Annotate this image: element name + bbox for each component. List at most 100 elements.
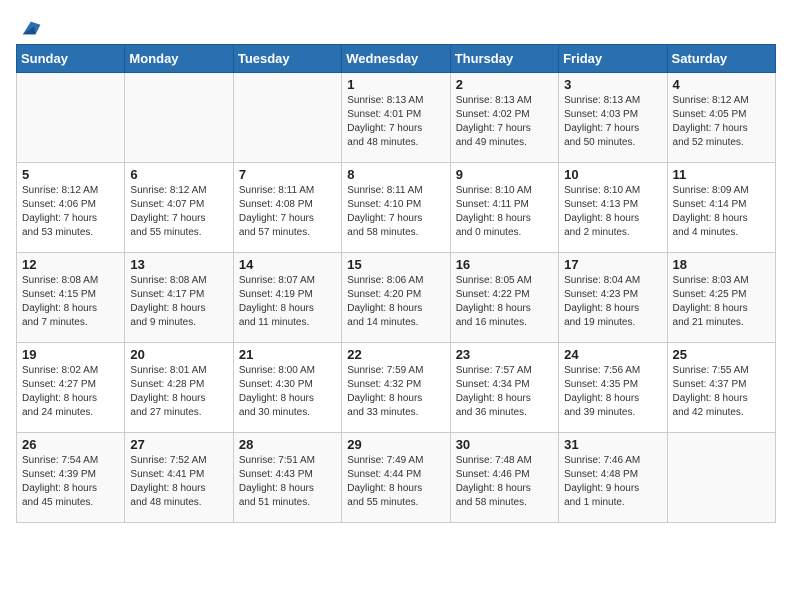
calendar-week-3: 12 Sunrise: 8:08 AM Sunset: 4:15 PM Dayli… bbox=[17, 253, 776, 343]
day-number: 11 bbox=[673, 167, 770, 182]
day-number: 13 bbox=[130, 257, 227, 272]
calendar-cell: 28 Sunrise: 7:51 AM Sunset: 4:43 PM Dayli… bbox=[233, 433, 341, 523]
day-number: 4 bbox=[673, 77, 770, 92]
day-number: 26 bbox=[22, 437, 119, 452]
weekday-header-sunday: Sunday bbox=[17, 45, 125, 73]
weekday-header-tuesday: Tuesday bbox=[233, 45, 341, 73]
weekday-header-monday: Monday bbox=[125, 45, 233, 73]
day-number: 17 bbox=[564, 257, 661, 272]
calendar-cell: 26Sunrise: 7:54 AM Sunset: 4:39 PM Dayli… bbox=[17, 433, 125, 523]
calendar-cell: 12 Sunrise: 8:08 AM Sunset: 4:15 PM Dayli… bbox=[17, 253, 125, 343]
day-info: Sunrise: 7:59 AM Sunset: 4:32 PM Dayligh… bbox=[347, 364, 444, 420]
day-number: 16 bbox=[456, 257, 553, 272]
day-info: Sunrise: 8:02 AM Sunset: 4:27 PM Dayligh… bbox=[22, 364, 119, 420]
day-number: 10 bbox=[564, 167, 661, 182]
day-number: 3 bbox=[564, 77, 661, 92]
day-number: 7 bbox=[239, 167, 336, 182]
day-number: 19 bbox=[22, 347, 119, 362]
day-info: Sunrise: 8:13 AM Sunset: 4:03 PM Dayligh… bbox=[564, 94, 661, 150]
day-number: 15 bbox=[347, 257, 444, 272]
day-info: Sunrise: 8:07 AM Sunset: 4:19 PM Dayligh… bbox=[239, 274, 336, 330]
day-info: Sunrise: 8:10 AM Sunset: 4:13 PM Dayligh… bbox=[564, 184, 661, 240]
day-info: Sunrise: 8:03 AM Sunset: 4:25 PM Dayligh… bbox=[673, 274, 770, 330]
calendar-cell: 21Sunrise: 8:00 AM Sunset: 4:30 PM Dayli… bbox=[233, 343, 341, 433]
day-info: Sunrise: 7:46 AM Sunset: 4:48 PM Dayligh… bbox=[564, 454, 661, 510]
day-info: Sunrise: 7:57 AM Sunset: 4:34 PM Dayligh… bbox=[456, 364, 553, 420]
day-number: 14 bbox=[239, 257, 336, 272]
calendar-cell: 13 Sunrise: 8:08 AM Sunset: 4:17 PM Dayli… bbox=[125, 253, 233, 343]
weekday-header-saturday: Saturday bbox=[667, 45, 775, 73]
day-info: Sunrise: 8:12 AM Sunset: 4:06 PM Dayligh… bbox=[22, 184, 119, 240]
day-info: Sunrise: 8:11 AM Sunset: 4:10 PM Dayligh… bbox=[347, 184, 444, 240]
day-number: 24 bbox=[564, 347, 661, 362]
day-number: 5 bbox=[22, 167, 119, 182]
calendar-week-4: 19 Sunrise: 8:02 AM Sunset: 4:27 PM Dayli… bbox=[17, 343, 776, 433]
calendar-cell: 8 Sunrise: 8:11 AM Sunset: 4:10 PM Daylig… bbox=[342, 163, 450, 253]
calendar-cell: 7 Sunrise: 8:11 AM Sunset: 4:08 PM Daylig… bbox=[233, 163, 341, 253]
calendar-cell: 19 Sunrise: 8:02 AM Sunset: 4:27 PM Dayli… bbox=[17, 343, 125, 433]
calendar-header: SundayMondayTuesdayWednesdayThursdayFrid… bbox=[17, 45, 776, 73]
calendar-cell: 9 Sunrise: 8:10 AM Sunset: 4:11 PM Daylig… bbox=[450, 163, 558, 253]
day-number: 29 bbox=[347, 437, 444, 452]
calendar-cell: 25 Sunrise: 7:55 AM Sunset: 4:37 PM Dayli… bbox=[667, 343, 775, 433]
day-info: Sunrise: 8:09 AM Sunset: 4:14 PM Dayligh… bbox=[673, 184, 770, 240]
calendar-cell: 5 Sunrise: 8:12 AM Sunset: 4:06 PM Daylig… bbox=[17, 163, 125, 253]
calendar-cell: 11 Sunrise: 8:09 AM Sunset: 4:14 PM Dayli… bbox=[667, 163, 775, 253]
day-info: Sunrise: 8:10 AM Sunset: 4:11 PM Dayligh… bbox=[456, 184, 553, 240]
day-info: Sunrise: 8:05 AM Sunset: 4:22 PM Dayligh… bbox=[456, 274, 553, 330]
day-number: 25 bbox=[673, 347, 770, 362]
day-number: 8 bbox=[347, 167, 444, 182]
calendar-cell: 1 Sunrise: 8:13 AM Sunset: 4:01 PM Daylig… bbox=[342, 73, 450, 163]
weekday-header-friday: Friday bbox=[559, 45, 667, 73]
weekday-header-wednesday: Wednesday bbox=[342, 45, 450, 73]
day-number: 22 bbox=[347, 347, 444, 362]
calendar-cell: 24 Sunrise: 7:56 AM Sunset: 4:35 PM Dayli… bbox=[559, 343, 667, 433]
day-info: Sunrise: 8:00 AM Sunset: 4:30 PM Dayligh… bbox=[239, 364, 336, 420]
calendar-week-5: 26Sunrise: 7:54 AM Sunset: 4:39 PM Dayli… bbox=[17, 433, 776, 523]
day-info: Sunrise: 7:55 AM Sunset: 4:37 PM Dayligh… bbox=[673, 364, 770, 420]
logo-icon bbox=[18, 16, 42, 40]
calendar-week-2: 5 Sunrise: 8:12 AM Sunset: 4:06 PM Daylig… bbox=[17, 163, 776, 253]
day-info: Sunrise: 8:08 AM Sunset: 4:17 PM Dayligh… bbox=[130, 274, 227, 330]
calendar-cell: 2Sunrise: 8:13 AM Sunset: 4:02 PM Daylig… bbox=[450, 73, 558, 163]
calendar-week-1: 1 Sunrise: 8:13 AM Sunset: 4:01 PM Daylig… bbox=[17, 73, 776, 163]
day-info: Sunrise: 7:49 AM Sunset: 4:44 PM Dayligh… bbox=[347, 454, 444, 510]
day-number: 30 bbox=[456, 437, 553, 452]
calendar-cell: 30 Sunrise: 7:48 AM Sunset: 4:46 PM Dayli… bbox=[450, 433, 558, 523]
day-number: 28 bbox=[239, 437, 336, 452]
calendar-cell: 27Sunrise: 7:52 AM Sunset: 4:41 PM Dayli… bbox=[125, 433, 233, 523]
day-info: Sunrise: 7:51 AM Sunset: 4:43 PM Dayligh… bbox=[239, 454, 336, 510]
day-number: 6 bbox=[130, 167, 227, 182]
day-number: 31 bbox=[564, 437, 661, 452]
day-number: 12 bbox=[22, 257, 119, 272]
calendar-cell: 4 Sunrise: 8:12 AM Sunset: 4:05 PM Daylig… bbox=[667, 73, 775, 163]
calendar-cell: 22 Sunrise: 7:59 AM Sunset: 4:32 PM Dayli… bbox=[342, 343, 450, 433]
weekday-header-thursday: Thursday bbox=[450, 45, 558, 73]
day-info: Sunrise: 8:08 AM Sunset: 4:15 PM Dayligh… bbox=[22, 274, 119, 330]
calendar-cell bbox=[233, 73, 341, 163]
calendar-cell: 14 Sunrise: 8:07 AM Sunset: 4:19 PM Dayli… bbox=[233, 253, 341, 343]
calendar-cell: 17Sunrise: 8:04 AM Sunset: 4:23 PM Dayli… bbox=[559, 253, 667, 343]
calendar-table: SundayMondayTuesdayWednesdayThursdayFrid… bbox=[16, 44, 776, 523]
calendar-cell: 10 Sunrise: 8:10 AM Sunset: 4:13 PM Dayli… bbox=[559, 163, 667, 253]
calendar-cell: 31 Sunrise: 7:46 AM Sunset: 4:48 PM Dayli… bbox=[559, 433, 667, 523]
calendar-cell: 6Sunrise: 8:12 AM Sunset: 4:07 PM Daylig… bbox=[125, 163, 233, 253]
calendar-cell: 23 Sunrise: 7:57 AM Sunset: 4:34 PM Dayli… bbox=[450, 343, 558, 433]
weekday-header-row: SundayMondayTuesdayWednesdayThursdayFrid… bbox=[17, 45, 776, 73]
day-info: Sunrise: 8:11 AM Sunset: 4:08 PM Dayligh… bbox=[239, 184, 336, 240]
day-info: Sunrise: 7:56 AM Sunset: 4:35 PM Dayligh… bbox=[564, 364, 661, 420]
day-info: Sunrise: 8:12 AM Sunset: 4:05 PM Dayligh… bbox=[673, 94, 770, 150]
day-number: 27 bbox=[130, 437, 227, 452]
day-info: Sunrise: 8:13 AM Sunset: 4:01 PM Dayligh… bbox=[347, 94, 444, 150]
day-number: 1 bbox=[347, 77, 444, 92]
logo bbox=[16, 16, 42, 36]
calendar-cell: 20Sunrise: 8:01 AM Sunset: 4:28 PM Dayli… bbox=[125, 343, 233, 433]
day-number: 23 bbox=[456, 347, 553, 362]
calendar-cell: 29 Sunrise: 7:49 AM Sunset: 4:44 PM Dayli… bbox=[342, 433, 450, 523]
calendar-cell: 16 Sunrise: 8:05 AM Sunset: 4:22 PM Dayli… bbox=[450, 253, 558, 343]
calendar-cell: 3 Sunrise: 8:13 AM Sunset: 4:03 PM Daylig… bbox=[559, 73, 667, 163]
calendar-cell: 15Sunrise: 8:06 AM Sunset: 4:20 PM Dayli… bbox=[342, 253, 450, 343]
day-info: Sunrise: 7:48 AM Sunset: 4:46 PM Dayligh… bbox=[456, 454, 553, 510]
day-number: 9 bbox=[456, 167, 553, 182]
day-info: Sunrise: 8:01 AM Sunset: 4:28 PM Dayligh… bbox=[130, 364, 227, 420]
